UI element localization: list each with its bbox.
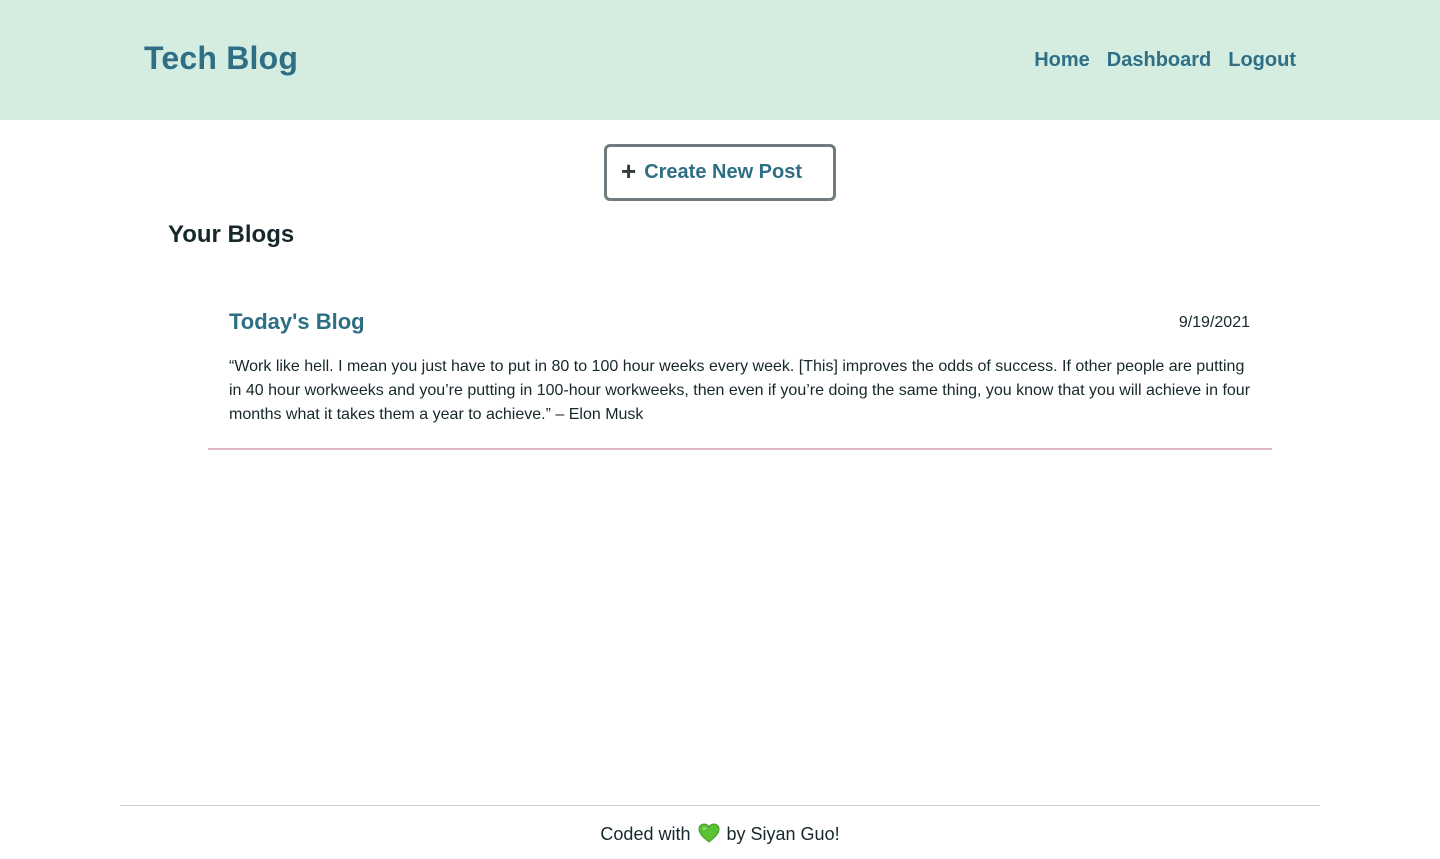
your-blogs-heading: Your Blogs (168, 221, 295, 248)
site-footer: Coded with by Siyan Guo! (120, 805, 1320, 859)
site-header: Tech Blog Home Dashboard Logout (0, 0, 1440, 120)
green-heart-icon (697, 823, 720, 848)
create-new-post-button[interactable]: + Create New Post (604, 144, 836, 201)
post-body: “Work like hell. I mean you just have to… (229, 358, 1251, 423)
post-date: 9/19/2021 (1178, 314, 1250, 331)
footer-suffix: by Siyan Guo! (726, 824, 840, 844)
page: Tech Blog Home Dashboard Logout + Create… (0, 0, 1440, 859)
main-nav: Home Dashboard Logout (1034, 49, 1296, 72)
site-title-link[interactable]: Tech Blog (144, 40, 298, 77)
nav-home-link[interactable]: Home (1034, 49, 1090, 72)
create-new-post-label: Create New Post (644, 161, 803, 183)
nav-dashboard-link[interactable]: Dashboard (1107, 49, 1211, 72)
nav-logout-link[interactable]: Logout (1228, 49, 1296, 72)
blog-post-card: Today's Blog 9/19/2021 “Work like hell. … (208, 300, 1272, 450)
post-title-link[interactable]: Today's Blog (229, 309, 365, 335)
plus-icon: + (621, 156, 637, 186)
footer-prefix: Coded with (600, 824, 691, 844)
